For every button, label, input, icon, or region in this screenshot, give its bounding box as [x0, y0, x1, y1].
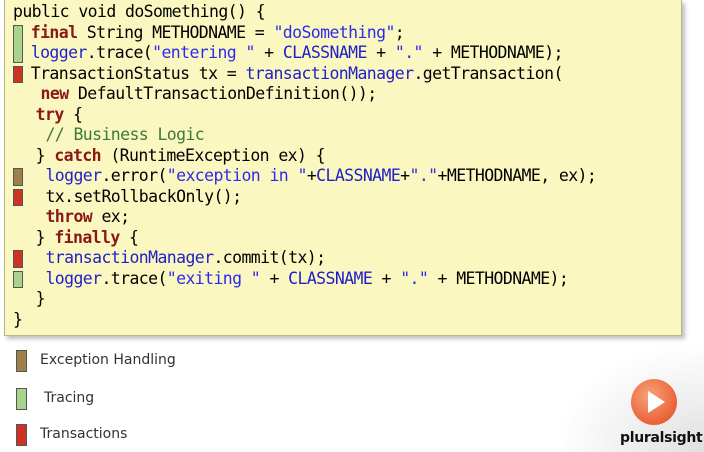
brand-name: pluralsight	[620, 430, 703, 446]
code-token: {	[63, 104, 83, 124]
code-line-text: new DefaultTransactionDefinition());	[40, 84, 378, 105]
code-token: final	[30, 22, 78, 42]
code-token: +METHODNAME, ex);	[437, 166, 597, 185]
code-token: (RuntimeException ex) {	[101, 145, 326, 165]
code-token: .trace(	[86, 43, 153, 62]
code-token: ex;	[92, 207, 130, 226]
code-token: throw	[45, 207, 93, 226]
code-token: + METHODNAME);	[422, 43, 563, 62]
legend-swatch-transactions	[16, 424, 27, 446]
code-token: logger	[45, 166, 102, 185]
code-line-text: throw ex;	[45, 207, 130, 228]
code-token: CLASSNAME	[316, 166, 401, 185]
code-token: "."	[394, 43, 424, 62]
play-icon	[631, 379, 677, 425]
marker-tracing	[13, 24, 23, 63]
marker-transactions	[13, 188, 23, 206]
code-line-text: // Business Logic	[45, 125, 204, 146]
code-token: catch	[54, 145, 101, 165]
legend-label-transactions: Transactions	[40, 426, 128, 442]
code-token: CLASSNAME	[282, 43, 368, 62]
code-token: "doSomething"	[273, 22, 395, 42]
code-line-text: logger.error("exception in "+CLASSNAME+"…	[45, 166, 596, 187]
code-token: "."	[400, 268, 429, 288]
marker-transactions	[13, 250, 23, 268]
marker-exception	[13, 168, 23, 186]
code-token: tx.setRollbackOnly();	[45, 186, 242, 206]
code-token: DefaultTransactionDefinition());	[68, 84, 377, 103]
code-token: +	[400, 166, 410, 185]
code-token: +	[254, 43, 283, 62]
code-token: + METHODNAME);	[428, 268, 569, 288]
code-token: logger	[30, 43, 88, 62]
code-panel: public void doSomething() {final String …	[4, 0, 682, 336]
slide: public void doSomething() {final String …	[0, 0, 704, 452]
legend-swatch-exception-handling	[16, 350, 27, 372]
code-token: }	[35, 227, 55, 247]
code-token: transactionManager	[45, 248, 214, 267]
code-line-text: }	[13, 309, 23, 331]
code-token: .trace(	[101, 268, 167, 288]
code-line-text: } catch (RuntimeException ex) {	[35, 145, 326, 167]
code-line-text: } finally {	[36, 228, 139, 249]
code-token: }	[35, 289, 46, 308]
code-token: +	[260, 268, 289, 288]
code-token: TransactionStatus tx =	[30, 63, 246, 83]
code-line-text: logger.trace("entering " + CLASSNAME + "…	[30, 43, 564, 64]
code-token: finally	[54, 227, 120, 247]
code-token: }	[35, 145, 55, 165]
code-token: CLASSNAME	[288, 268, 373, 288]
legend-label-tracing: Tracing	[44, 390, 95, 406]
code-token: public void doSomething() {	[13, 2, 266, 21]
code-token: String METHODNAME =	[77, 22, 274, 42]
code-token: {	[119, 227, 139, 247]
code-line-text: logger.trace("exiting " + CLASSNAME + ".…	[45, 269, 568, 290]
code-line-text: public void doSomething() {	[13, 2, 266, 23]
code-token: transactionManager	[245, 63, 414, 83]
marker-transactions	[13, 65, 23, 83]
code-line-text: tx.setRollbackOnly();	[45, 186, 242, 208]
code-line-text: TransactionStatus tx = transactionManage…	[30, 63, 564, 85]
code-token: logger	[45, 268, 102, 288]
code-token: "exiting "	[166, 268, 261, 288]
pluralsight-logo: pluralsight	[604, 372, 703, 450]
legend-swatch-tracing	[16, 388, 27, 410]
code-token: +	[306, 166, 317, 185]
code-token: +	[372, 268, 401, 288]
code-line-text: }	[35, 289, 46, 310]
code-token: new	[40, 84, 70, 103]
marker-tracing	[13, 270, 23, 288]
code-token: "exception in "	[166, 166, 308, 185]
code-token: .commit(tx);	[213, 248, 326, 267]
code-token: ;	[394, 22, 405, 42]
code-token: .getTransaction(	[413, 63, 563, 83]
code-token: }	[13, 309, 23, 329]
code-token: // Business Logic	[45, 125, 205, 144]
legend-label-exception-handling: Exception Handling	[40, 352, 176, 368]
code-token: "."	[409, 166, 439, 185]
code-line-text: transactionManager.commit(tx);	[45, 248, 326, 269]
code-token: +	[366, 43, 395, 62]
code-token: .error(	[101, 166, 167, 185]
code-line-text: try {	[36, 105, 83, 126]
code-token: "entering "	[152, 43, 255, 62]
code-line-text: final String METHODNAME = "doSomething";	[30, 22, 405, 44]
code-token: try	[35, 104, 65, 124]
